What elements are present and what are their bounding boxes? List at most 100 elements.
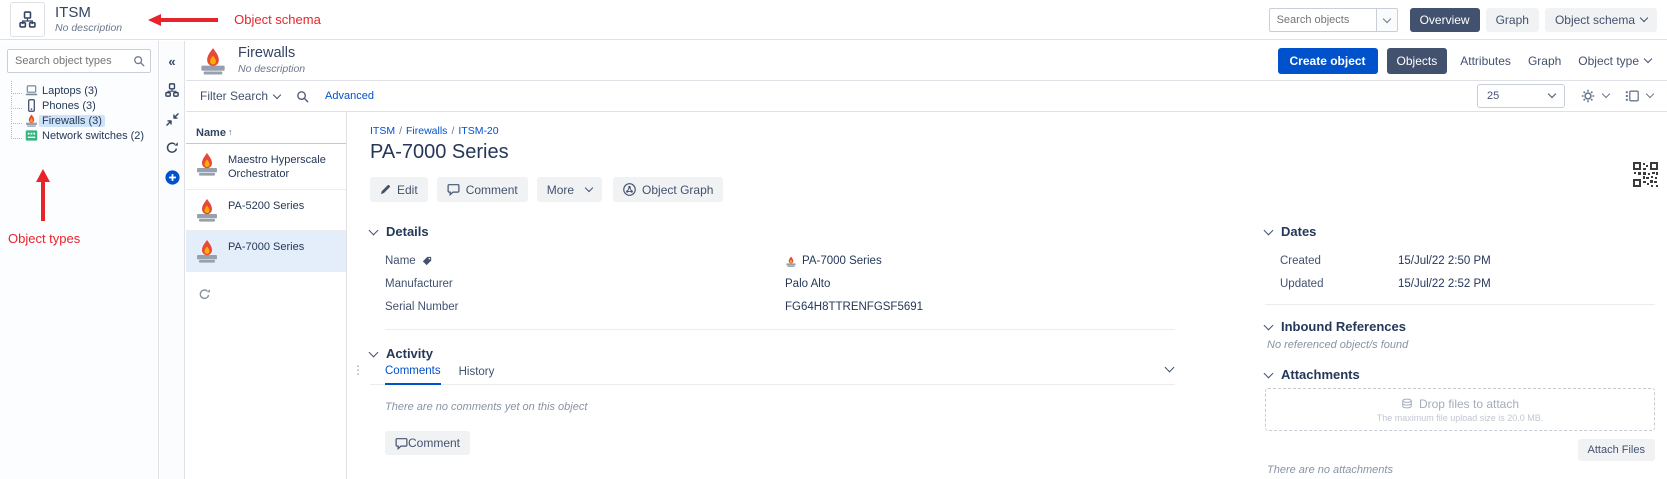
attribute-label: Manufacturer	[385, 278, 453, 290]
advanced-search-link[interactable]: Advanced	[325, 90, 374, 102]
refresh-icon[interactable]	[164, 140, 180, 156]
search-icon	[133, 55, 145, 67]
breadcrumb-object-key-link[interactable]: ITSM-20	[458, 125, 498, 137]
attribute-label: Name	[385, 255, 416, 267]
chevron-down-icon	[1264, 320, 1274, 330]
comment-button[interactable]: Comment	[437, 177, 528, 202]
object-type-menu-button[interactable]: Object type	[1574, 54, 1655, 68]
sidebar-item-network-switches[interactable]: Network switches (2)	[7, 128, 151, 143]
breadcrumb: ITSM/Firewalls/ITSM-20	[370, 125, 1657, 137]
chevron-down-icon	[369, 347, 379, 357]
overview-button[interactable]: Overview	[1410, 8, 1480, 32]
chevron-down-icon	[369, 225, 379, 235]
sort-ascending-icon: ↑	[228, 127, 233, 137]
divider	[1265, 304, 1655, 305]
date-row-updated: Updated 15/Jul/22 2:52 PM	[1265, 273, 1655, 296]
add-comment-button[interactable]: Comment	[385, 431, 470, 455]
object-types-sidebar: Laptops (3) Phones (3) Firewalls (3)	[0, 41, 159, 479]
qr-code[interactable]	[1632, 161, 1659, 188]
schema-tree-button[interactable]	[164, 82, 180, 98]
assets-app: ITSM No description Object schema Overvi…	[0, 0, 1667, 479]
sidebar-item-laptops[interactable]: Laptops (3)	[7, 83, 151, 98]
edit-button[interactable]: Edit	[370, 177, 428, 202]
chevron-down-icon	[1548, 90, 1556, 98]
object-row-label: Maestro Hyperscale Orchestrator	[228, 151, 340, 182]
add-object-type-button[interactable]	[164, 169, 180, 185]
object-graph-label: Object Graph	[642, 183, 713, 197]
sidebar-item-label: Firewalls (3)	[39, 115, 105, 127]
create-object-button[interactable]: Create object	[1278, 48, 1378, 74]
tab-history[interactable]: History	[459, 365, 495, 384]
sidebar-item-phones[interactable]: Phones (3)	[7, 98, 151, 113]
details-section-header[interactable]: Details	[370, 224, 1175, 239]
attribute-value: Palo Alto	[785, 278, 830, 290]
object-list-header[interactable]: Name ↑	[186, 124, 346, 144]
tree-connector	[11, 81, 22, 94]
chevron-down-icon	[1646, 90, 1654, 98]
attribute-value: FG64H8TTRENFGSF5691	[785, 301, 923, 313]
object-type-title: Firewalls	[238, 46, 305, 61]
activity-section-header[interactable]: Activity	[370, 346, 1175, 361]
speech-bubble-icon	[395, 437, 408, 450]
collapse-sidebar-button[interactable]: «	[164, 53, 180, 69]
tab-comments[interactable]: Comments	[385, 365, 441, 385]
object-graph-button[interactable]: Object Graph	[613, 177, 723, 202]
search-object-types-input[interactable]	[7, 49, 151, 73]
graph-button[interactable]: Graph	[1486, 8, 1539, 32]
sidebar-item-firewalls[interactable]: Firewalls (3)	[7, 113, 151, 128]
date-label: Created	[1280, 255, 1398, 267]
activity-tabs: ⋮ Comments History	[370, 365, 1175, 385]
dates-section-header[interactable]: Dates	[1265, 224, 1655, 239]
object-row-pa7000[interactable]: PA-7000 Series	[186, 231, 346, 272]
date-row-created: Created 15/Jul/22 2:50 PM	[1265, 250, 1655, 273]
firewall-icon	[25, 114, 38, 127]
more-button[interactable]: More	[537, 177, 602, 202]
network-switch-icon	[25, 129, 38, 142]
chevron-down-icon	[1640, 14, 1648, 22]
refresh-list-icon[interactable]	[198, 288, 211, 301]
tag-icon	[422, 256, 432, 266]
view-layout-dropdown-button[interactable]	[1625, 89, 1653, 103]
annotation-arrow-up-icon	[36, 169, 50, 221]
collapse-expand-tree-button[interactable]	[164, 111, 180, 127]
dates-heading: Dates	[1281, 224, 1316, 239]
firewalls-type-icon	[198, 47, 228, 75]
collapse-activity-icon[interactable]	[1165, 363, 1175, 373]
inbound-references-section-header[interactable]: Inbound References	[1265, 319, 1655, 334]
activity-heading: Activity	[386, 346, 433, 361]
firewall-icon	[194, 198, 220, 222]
tab-graph[interactable]: Graph	[1524, 54, 1565, 68]
attribute-value: PA-7000 Series	[802, 255, 882, 267]
breadcrumb-type-link[interactable]: Firewalls	[406, 125, 447, 137]
object-row-pa5200[interactable]: PA-5200 Series	[186, 190, 346, 231]
firewall-icon	[194, 152, 220, 176]
search-icon[interactable]	[296, 90, 309, 103]
attachments-section-header[interactable]: Attachments	[1265, 367, 1655, 382]
search-objects-input[interactable]	[1269, 8, 1377, 32]
object-schema-menu-button[interactable]: Object schema	[1545, 8, 1657, 32]
tab-objects[interactable]: Objects	[1387, 48, 1448, 74]
object-name-link[interactable]: PA-7000 Series	[785, 255, 882, 267]
tab-attributes[interactable]: Attributes	[1456, 54, 1515, 68]
attach-files-button[interactable]: Attach Files	[1578, 439, 1655, 461]
filter-search-label: Filter Search	[200, 89, 268, 103]
sidebar-item-label: Phones (3)	[42, 100, 96, 112]
page-size-select[interactable]: 25	[1477, 84, 1565, 108]
breadcrumb-schema-link[interactable]: ITSM	[370, 125, 395, 137]
divider	[385, 329, 1175, 330]
settings-dropdown-button[interactable]	[1581, 89, 1609, 103]
attachments-empty-message: There are no attachments	[1267, 464, 1655, 476]
schema-side-toolbar: «	[160, 41, 185, 479]
object-type-main: Firewalls No description Create object O…	[186, 41, 1667, 479]
attribute-label: Serial Number	[385, 301, 459, 313]
list-view-icon	[1625, 89, 1639, 103]
annotation-arrow-left-icon	[148, 13, 220, 27]
schema-header: ITSM No description Object schema Overvi…	[0, 0, 1667, 40]
chevron-down-icon	[585, 184, 593, 192]
drag-handle-icon[interactable]: ⋮	[352, 363, 364, 377]
search-objects-dropdown-button[interactable]	[1377, 8, 1398, 32]
inbound-references-heading: Inbound References	[1281, 319, 1406, 334]
filter-search-dropdown[interactable]: Filter Search	[200, 89, 280, 103]
object-row-maestro[interactable]: Maestro Hyperscale Orchestrator	[186, 144, 346, 190]
attachment-dropzone[interactable]: Drop files to attach The maximum file up…	[1265, 388, 1655, 431]
